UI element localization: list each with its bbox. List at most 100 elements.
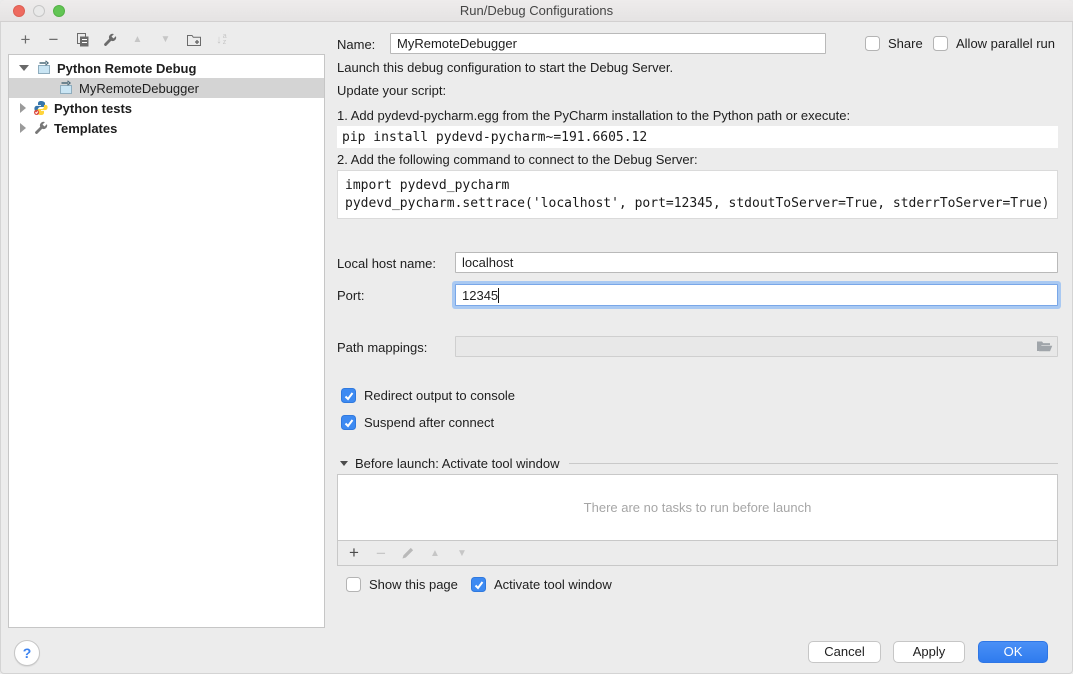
show-this-page-checkbox[interactable] [346,577,361,592]
minimize-button [33,5,45,17]
step2-text: 2. Add the following command to connect … [337,152,698,167]
path-mappings-input [455,336,1058,357]
move-down-icon: ▼ [457,548,467,559]
check-icon [343,390,355,402]
step1-text: 1. Add pydevd-pycharm.egg from the PyCha… [337,108,850,123]
remove-task-button: − [373,545,389,561]
text-caret [498,288,499,303]
section-divider [569,463,1058,464]
pip-command-text: pip install pydevd-pycharm~=191.6605.12 [342,130,647,145]
edit-templates-button[interactable] [101,31,118,48]
tree-item-label: Python tests [54,101,132,116]
activate-tool-window-checkbox[interactable] [471,577,486,592]
question-mark-icon: ? [23,645,32,661]
new-folder-button[interactable] [185,31,202,48]
ok-button[interactable]: OK [978,641,1048,663]
disclosure-triangle-collapsed[interactable] [20,103,26,113]
share-checkbox[interactable] [865,36,880,51]
share-checkbox-row[interactable]: Share [865,36,923,51]
redirect-output-label: Redirect output to console [364,388,515,403]
minus-icon: − [49,32,59,47]
tree-item-templates[interactable]: Templates [9,118,324,138]
run-debug-configurations-dialog: Run/Debug Configurations + − ▲ ▼ ↓ az Py… [0,0,1073,674]
minus-icon: − [376,546,386,561]
tree-item-python-tests[interactable]: Python tests [9,98,324,118]
move-up-button: ▲ [129,31,146,48]
tree-item-myremotedebugger[interactable]: MyRemoteDebugger [9,78,324,98]
edit-task-button [400,545,416,561]
suspend-checkbox[interactable] [341,415,356,430]
wrench-icon [102,32,118,48]
wrench-icon [33,120,49,136]
redirect-output-checkbox-row[interactable]: Redirect output to console [341,388,515,403]
help-button[interactable]: ? [14,640,40,666]
move-up-icon: ▲ [133,34,143,45]
settrace-code-block: import pydevd_pycharm pydevd_pycharm.set… [337,170,1058,219]
browse-folder-icon[interactable] [1036,339,1053,354]
cancel-button[interactable]: Cancel [808,641,881,663]
disclosure-triangle-expanded[interactable] [19,65,29,71]
zoom-button[interactable] [53,5,65,17]
path-mappings-label: Path mappings: [337,340,427,355]
check-icon [343,417,355,429]
show-this-page-checkbox-row[interactable]: Show this page [346,577,458,592]
intro-text: Launch this debug configuration to start… [337,60,673,75]
code-line-2: pydevd_pycharm.settrace('localhost', por… [345,195,1050,213]
local-host-label: Local host name: [337,256,436,271]
tree-item-python-remote-debug[interactable]: Python Remote Debug [9,58,324,78]
suspend-label: Suspend after connect [364,415,494,430]
add-task-button[interactable]: + [346,545,362,561]
allow-parallel-run-checkbox-row[interactable]: Allow parallel run [933,36,1055,51]
before-launch-toolbar: + − ▲ ▼ [337,541,1058,566]
titlebar: Run/Debug Configurations [0,0,1073,22]
tree-item-label: Templates [54,121,117,136]
plus-icon: + [349,545,359,561]
remote-debug-icon [58,80,74,96]
activate-tool-window-label: Activate tool window [494,577,612,592]
name-label: Name: [337,37,375,52]
suspend-checkbox-row[interactable]: Suspend after connect [341,415,494,430]
update-script-text: Update your script: [337,83,446,98]
tree-item-label: Python Remote Debug [57,61,196,76]
name-input[interactable] [390,33,826,54]
configurations-tree: Python Remote Debug MyRemoteDebugger Pyt… [8,54,325,628]
pip-command-strip: pip install pydevd-pycharm~=191.6605.12 [337,126,1058,148]
before-launch-task-list[interactable]: There are no tasks to run before launch [337,474,1058,541]
move-down-icon: ▼ [161,34,171,45]
move-down-button: ▼ [157,31,174,48]
move-task-down-button: ▼ [454,545,470,561]
window-title: Run/Debug Configurations [0,0,1073,21]
python-tests-icon [33,100,49,116]
move-task-up-button: ▲ [427,545,443,561]
allow-parallel-run-label: Allow parallel run [956,36,1055,51]
move-up-icon: ▲ [430,548,440,559]
tree-item-label: MyRemoteDebugger [79,81,199,96]
apply-button[interactable]: Apply [893,641,965,663]
configurations-toolbar: + − ▲ ▼ ↓ az [17,31,230,48]
remote-debug-icon [36,60,52,76]
activate-tool-window-checkbox-row[interactable]: Activate tool window [471,577,612,592]
remove-configuration-button[interactable]: − [45,31,62,48]
empty-tasks-message: There are no tasks to run before launch [584,500,812,515]
before-launch-header[interactable]: Before launch: Activate tool window [340,456,1058,471]
port-input[interactable] [455,284,1058,306]
redirect-output-checkbox[interactable] [341,388,356,403]
show-this-page-label: Show this page [369,577,458,592]
pencil-icon [401,546,415,560]
allow-parallel-run-checkbox[interactable] [933,36,948,51]
sort-configurations-button: ↓ az [213,31,230,48]
local-host-input[interactable] [455,252,1058,273]
collapse-triangle-icon[interactable] [340,461,348,466]
share-label: Share [888,36,923,51]
disclosure-triangle-collapsed[interactable] [20,123,26,133]
copy-configuration-button[interactable] [73,31,90,48]
new-folder-icon [186,32,202,48]
plus-icon: + [21,32,31,48]
code-line-1: import pydevd_pycharm [345,177,1050,195]
sort-az-icon: ↓ az [216,34,226,46]
traffic-lights [13,5,65,17]
copy-icon [74,32,90,48]
close-button[interactable] [13,5,25,17]
check-icon [473,579,485,591]
add-configuration-button[interactable]: + [17,31,34,48]
